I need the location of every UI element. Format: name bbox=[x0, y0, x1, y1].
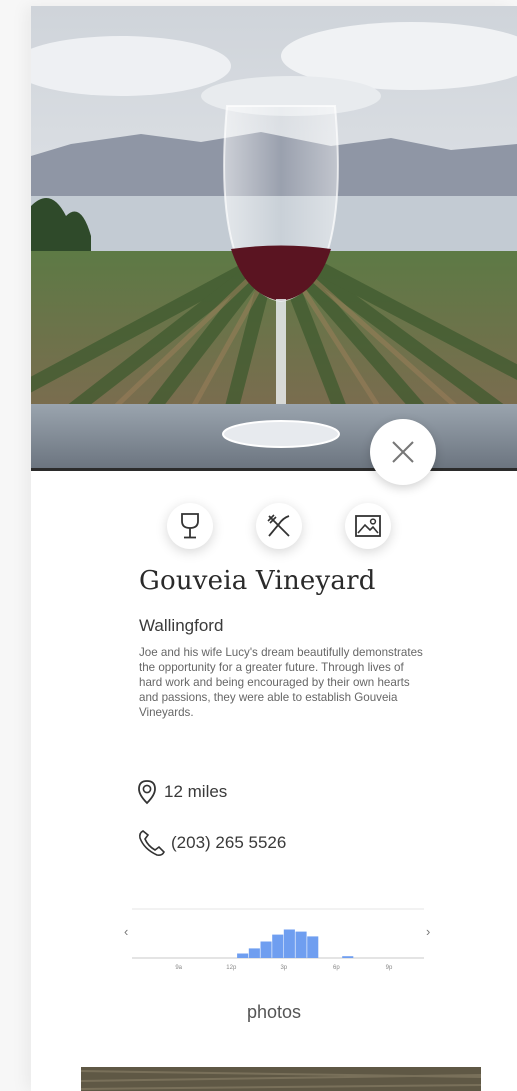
food-button[interactable] bbox=[256, 503, 302, 549]
histogram-tick-label: 3p bbox=[280, 965, 287, 971]
photo-thumbnail[interactable] bbox=[81, 1067, 481, 1091]
close-button[interactable] bbox=[370, 419, 436, 485]
histogram-bar bbox=[272, 934, 284, 958]
histogram-bar bbox=[295, 931, 307, 958]
histogram-tick-label: 9a bbox=[175, 965, 182, 971]
histogram-tick-label: 9p bbox=[386, 965, 393, 971]
histogram-chart: 9a 12p 3p 6p 9p bbox=[132, 908, 424, 971]
wine-button[interactable] bbox=[167, 503, 213, 549]
phone-row[interactable]: (203) 265 5526 bbox=[137, 828, 286, 858]
histogram-bar bbox=[342, 956, 354, 958]
histogram-tick-label: 12p bbox=[226, 965, 237, 971]
venue-description: Joe and his wife Lucy's dream beautifull… bbox=[139, 646, 423, 719]
venue-town: Wallingford bbox=[139, 616, 224, 635]
histogram-bar bbox=[307, 936, 319, 958]
fork-knife-icon bbox=[267, 514, 290, 537]
histogram-tick-label: 6p bbox=[333, 965, 340, 971]
image-icon bbox=[355, 515, 381, 537]
vineyard-photo bbox=[81, 1067, 481, 1091]
venue-detail-card: Gouveia Vineyard Wallingford Joe and his… bbox=[31, 6, 517, 1091]
histogram-bar bbox=[260, 941, 272, 958]
distance-text: 12 miles bbox=[164, 782, 228, 801]
photos-heading: photos bbox=[246, 1002, 302, 1022]
vineyard-wine-photo bbox=[31, 6, 517, 468]
phone-number[interactable]: (203) 265 5526 bbox=[171, 833, 286, 853]
phone-icon bbox=[139, 830, 165, 856]
histogram-next-arrow[interactable]: › bbox=[426, 924, 430, 939]
distance-row: 12 miles bbox=[137, 779, 227, 805]
wine-glass-icon bbox=[181, 513, 199, 539]
histogram-prev-arrow[interactable]: ‹ bbox=[124, 924, 128, 939]
gallery-button[interactable] bbox=[345, 503, 391, 549]
hero-image bbox=[31, 6, 517, 471]
category-icons bbox=[167, 503, 407, 551]
popular-times-histogram: 9a 12p 3p 6p 9p ‹ › bbox=[124, 906, 454, 976]
histogram-bar bbox=[248, 948, 260, 958]
venue-title: Gouveia Vineyard bbox=[139, 566, 376, 596]
histogram-bar bbox=[237, 953, 249, 958]
map-pin-icon bbox=[138, 780, 156, 805]
close-icon bbox=[392, 441, 414, 463]
histogram-bar bbox=[283, 929, 295, 958]
